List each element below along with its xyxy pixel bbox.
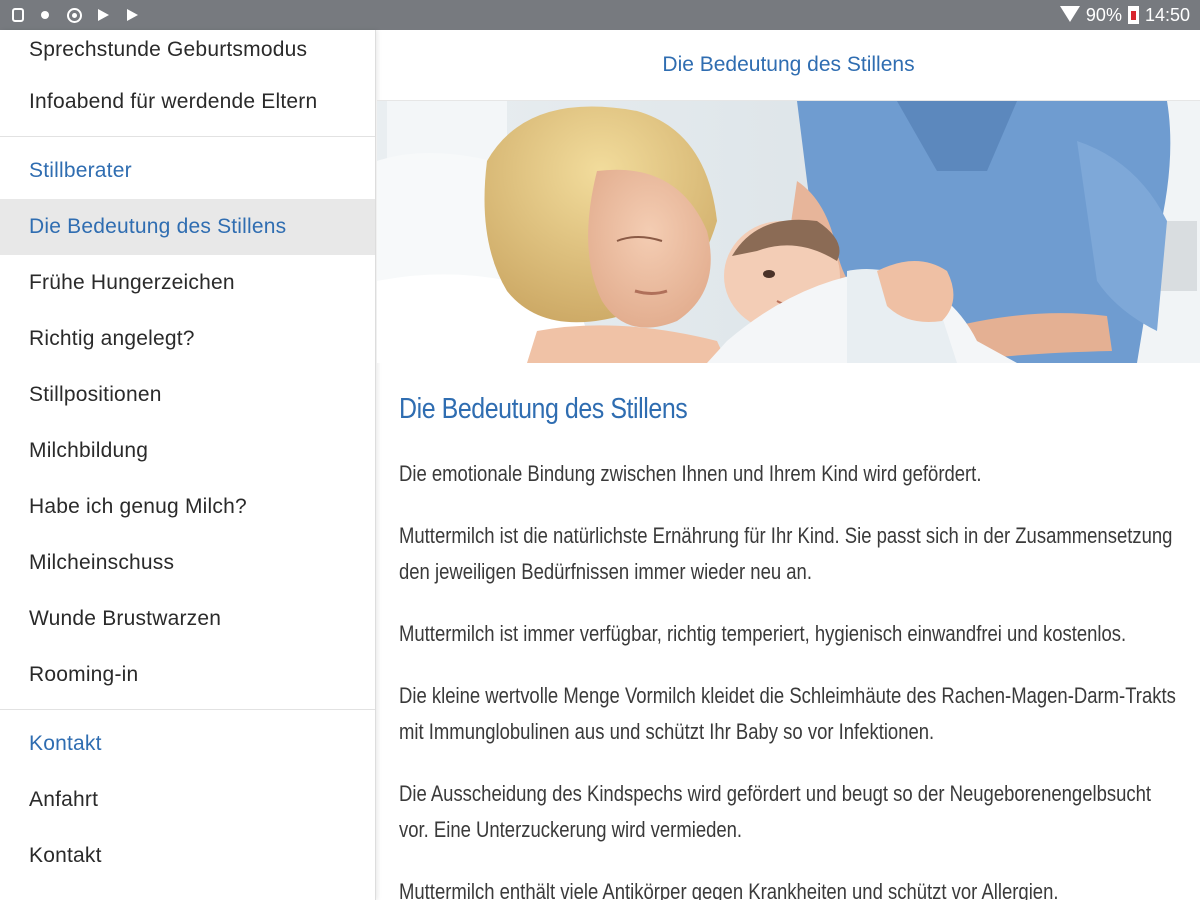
page-title: Die Bedeutung des Stillens [662, 53, 915, 76]
sidebar-item-rooming-in[interactable]: Rooming-in [0, 647, 375, 703]
article-paragraph: Die kleine wertvolle Menge Vormilch klei… [399, 683, 1176, 744]
wifi-icon [1059, 6, 1080, 24]
status-icons-left [12, 7, 140, 23]
play-store-icon [125, 8, 140, 23]
sidebar-item-richtig-angelegt[interactable]: Richtig angelegt? [0, 311, 375, 367]
sidebar-item-genug-milch[interactable]: Habe ich genug Milch? [0, 479, 375, 535]
battery-icon [1127, 6, 1139, 24]
hero-photo-illustration [377, 101, 1200, 363]
sidebar-item-infoabend[interactable]: Infoabend für werdende Eltern [0, 74, 375, 130]
article-paragraph: Muttermilch ist die natürlichste Ernähru… [399, 523, 1173, 584]
sidebar-item-bedeutung-des-stillens[interactable]: Die Bedeutung des Stillens [0, 199, 375, 255]
app-bar: Die Bedeutung des Stillens [377, 30, 1200, 101]
article-paragraph: Muttermilch enthält viele Antikörper geg… [399, 879, 1059, 900]
status-bar: 90% 14:50 [0, 0, 1200, 30]
divider [0, 709, 375, 710]
play-icon [96, 8, 111, 23]
dot-icon [38, 8, 53, 23]
sidebar-item-anfahrt[interactable]: Anfahrt [0, 772, 375, 828]
sidebar-item-sprechstunde[interactable]: Sprechstunde Geburtsmodus [0, 30, 375, 74]
article-heading: Die Bedeutung des Stillens [399, 393, 688, 425]
article: Die Bedeutung des Stillens Die emotional… [377, 363, 1200, 900]
sidebar-item-milchbildung[interactable]: Milchbildung [0, 423, 375, 479]
sidebar-item-milcheinschuss[interactable]: Milcheinschuss [0, 535, 375, 591]
sync-icon [67, 7, 82, 23]
sidebar-item-fruehe-hungerzeichen[interactable]: Frühe Hungerzeichen [0, 255, 375, 311]
sidebar-nav: Sprechstunde Geburtsmodus Infoabend für … [0, 30, 376, 900]
clock: 14:50 [1144, 4, 1190, 25]
status-icons-right: 90% 14:50 [1059, 4, 1190, 26]
notification-icon [12, 8, 24, 22]
sidebar-item-stillpositionen[interactable]: Stillpositionen [0, 367, 375, 423]
hero-image [377, 101, 1200, 363]
sidebar-item-kontakt[interactable]: Kontakt [0, 828, 375, 884]
section-header-kontakt: Kontakt [29, 732, 102, 755]
battery-percent: 90% [1085, 4, 1122, 25]
section-header-stillberater: Stillberater [29, 159, 132, 182]
main-content: Die Bedeutung des Stillens Die Bedeutung… [377, 30, 1200, 900]
divider [0, 136, 375, 137]
sidebar-item-wunde-brustwarzen[interactable]: Wunde Brustwarzen [0, 591, 375, 647]
article-paragraph: Die emotionale Bindung zwischen Ihnen un… [399, 461, 982, 486]
article-paragraph: Muttermilch ist immer verfügbar, richtig… [399, 621, 1127, 646]
article-paragraph: Die Ausscheidung des Kindspechs wird gef… [399, 781, 1152, 842]
